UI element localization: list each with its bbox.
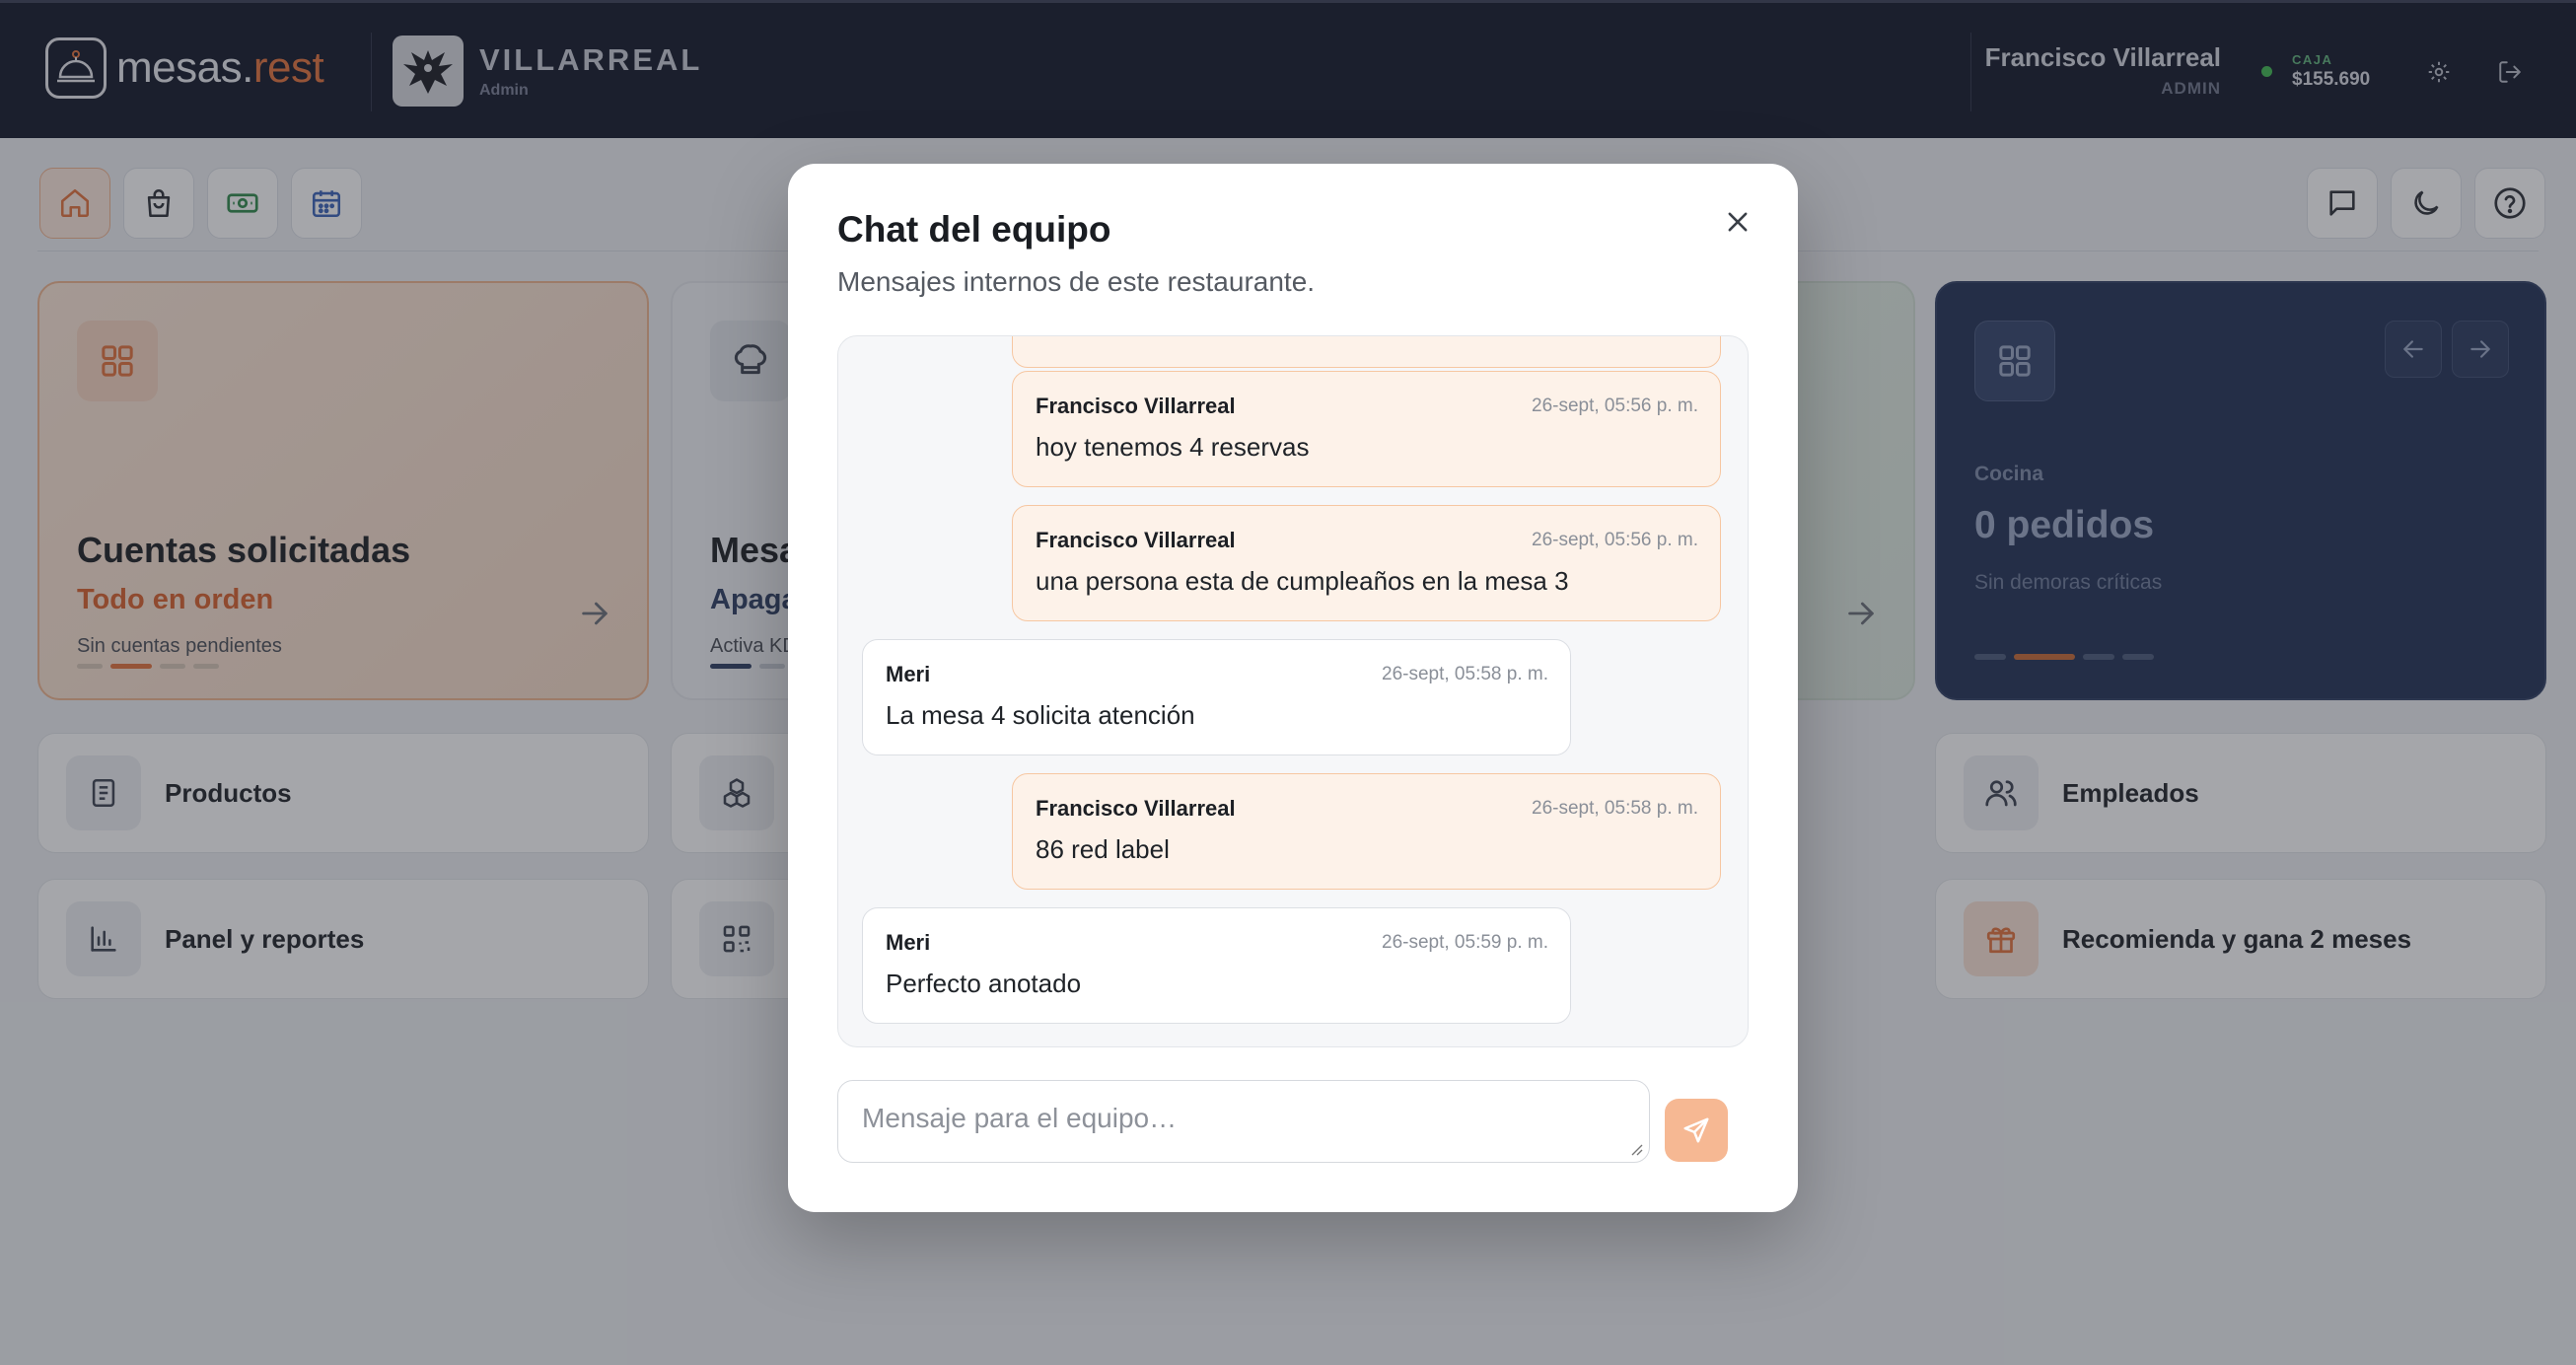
message-bubble: Francisco Villarreal 26-sept, 05:56 p. m… <box>1012 371 1721 487</box>
send-icon <box>1683 1117 1709 1143</box>
message-text: Perfecto anotado <box>886 969 1082 998</box>
send-button[interactable] <box>1665 1099 1728 1162</box>
chat-messages[interactable]: Francisco Villarreal 26-sept, 05:56 p. m… <box>837 335 1749 1047</box>
message-author: Meri <box>886 930 931 955</box>
message-bubble: Meri 26-sept, 05:59 p. m. Perfecto anota… <box>862 907 1571 1024</box>
dialog-subtitle: Mensajes internos de este restaurante. <box>837 266 1316 297</box>
dialog-title: Chat del equipo <box>837 209 1111 250</box>
message-bubble: Francisco Villarreal 26-sept, 05:56 p. m… <box>1012 505 1721 621</box>
resize-grip-icon[interactable] <box>1629 1142 1643 1156</box>
message-text: una persona esta de cumpleaños en la mes… <box>1036 566 1569 596</box>
message-time: 26-sept, 05:56 p. m. <box>1532 395 1698 416</box>
message-bubble: Meri 26-sept, 05:58 p. m. La mesa 4 soli… <box>862 639 1571 755</box>
message-time: 26-sept, 05:58 p. m. <box>1532 798 1698 819</box>
message-bubble: Francisco Villarreal 26-sept, 05:58 p. m… <box>1012 773 1721 890</box>
message-text: La mesa 4 solicita atención <box>886 700 1195 730</box>
message-time: 26-sept, 05:56 p. m. <box>1532 530 1698 550</box>
message-bubble-partial <box>1012 336 1721 368</box>
message-input[interactable] <box>838 1081 1649 1162</box>
message-text: hoy tenemos 4 reservas <box>1036 432 1310 462</box>
message-author: Francisco Villarreal <box>1036 796 1236 821</box>
close-button[interactable] <box>1711 195 1764 249</box>
close-icon <box>1728 212 1748 232</box>
message-time: 26-sept, 05:59 p. m. <box>1382 932 1548 953</box>
message-author: Meri <box>886 662 931 686</box>
message-input-wrapper <box>837 1080 1650 1163</box>
team-chat-dialog: Chat del equipo Mensajes internos de est… <box>788 164 1798 1212</box>
message-author: Francisco Villarreal <box>1036 528 1236 552</box>
message-text: 86 red label <box>1036 834 1170 864</box>
message-time: 26-sept, 05:58 p. m. <box>1382 664 1548 684</box>
message-author: Francisco Villarreal <box>1036 394 1236 418</box>
